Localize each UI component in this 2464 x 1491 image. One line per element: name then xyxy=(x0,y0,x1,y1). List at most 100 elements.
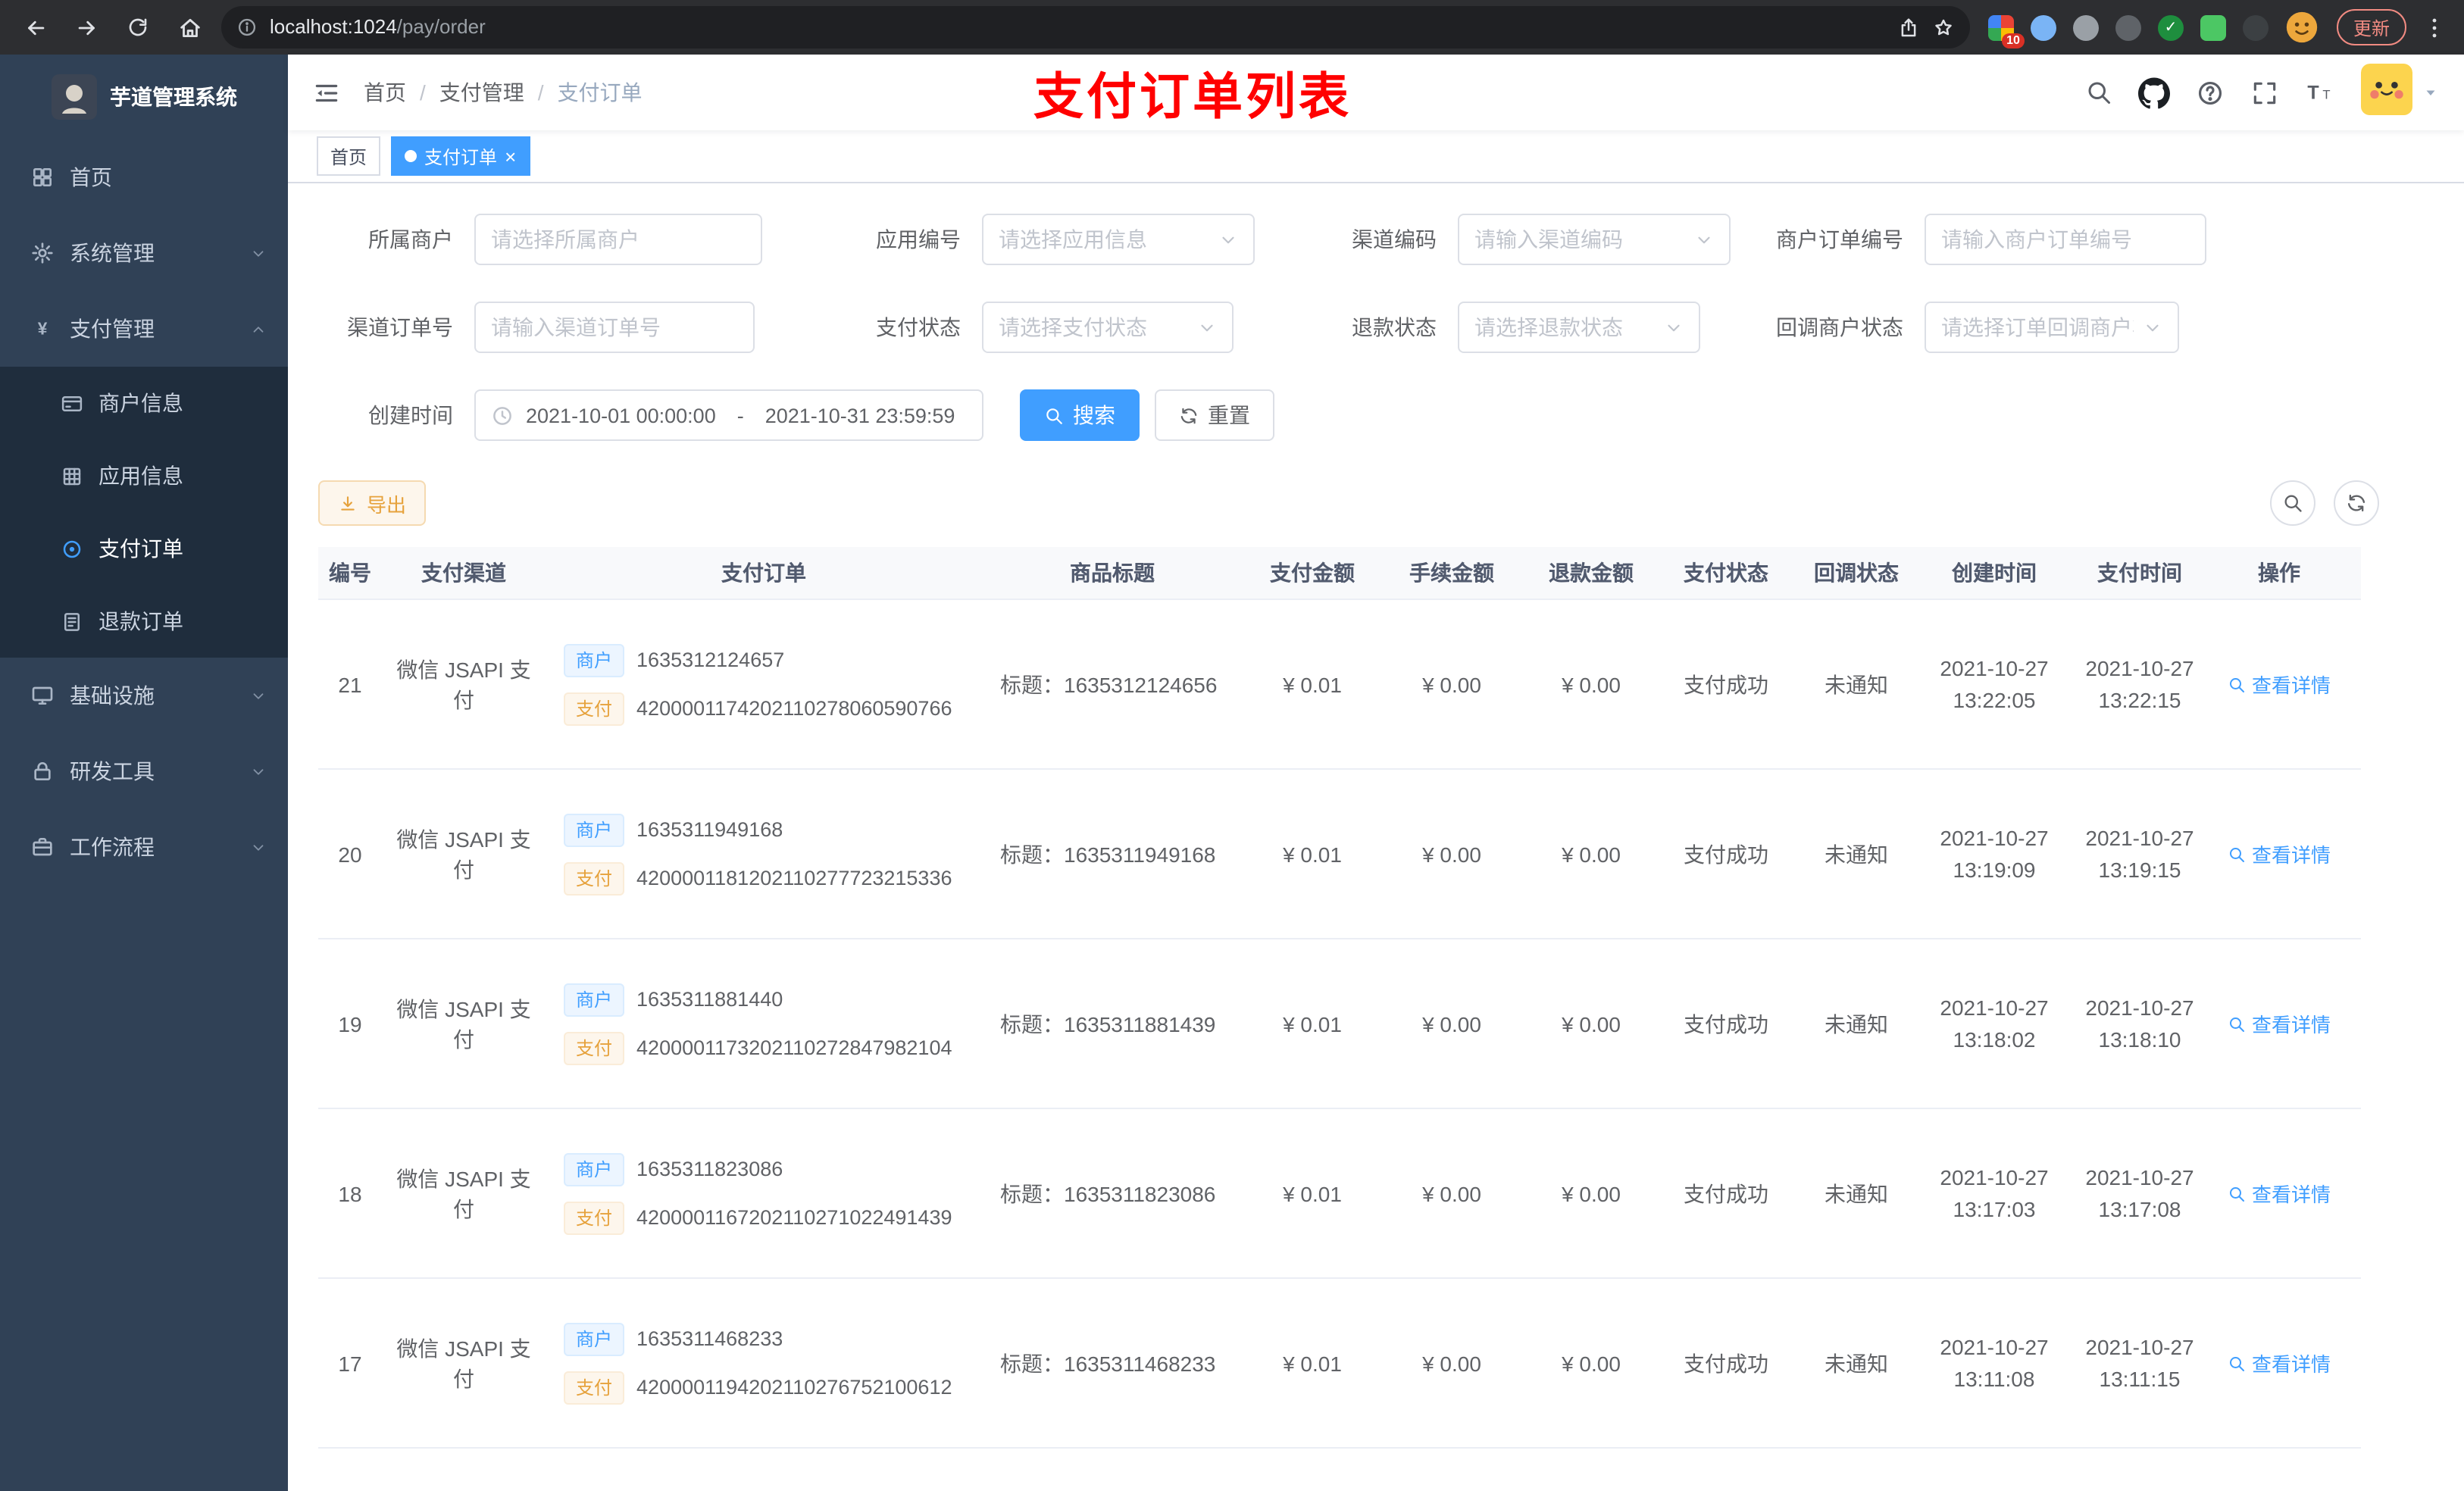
sidebar-item-home[interactable]: 首页 xyxy=(0,139,288,215)
breadcrumb-payment[interactable]: 支付管理 xyxy=(439,77,524,108)
merchant-order-no-input[interactable] xyxy=(1941,227,2190,252)
search-icon xyxy=(2228,1354,2246,1372)
credit-card-icon xyxy=(61,392,83,414)
app-select-input[interactable] xyxy=(999,227,1209,252)
sidebar-item-workflow[interactable]: 工作流程 xyxy=(0,809,288,885)
channel-order-no-field[interactable] xyxy=(474,302,755,353)
font-size-icon[interactable] xyxy=(2305,77,2335,108)
view-detail-link[interactable]: 查看详情 xyxy=(2228,1009,2331,1038)
extension-icon-green-check[interactable]: ✓ xyxy=(2157,14,2184,40)
sidebar-item-refund-order[interactable]: 退款订单 xyxy=(0,585,288,658)
browser-back-button[interactable] xyxy=(15,8,55,47)
sidebar-item-payment[interactable]: 支付管理 xyxy=(0,291,288,367)
cell-amount: ¥ 0.01 xyxy=(1283,672,1342,696)
refund-status-input[interactable] xyxy=(1474,315,1655,339)
extension-icon-pin[interactable] xyxy=(2242,14,2269,40)
fullscreen-icon[interactable] xyxy=(2250,78,2279,107)
caret-down-icon xyxy=(2422,83,2440,102)
search-icon xyxy=(2228,845,2246,863)
notify-status-input[interactable] xyxy=(1941,315,2134,339)
extension-icon-dark[interactable] xyxy=(2115,14,2141,40)
extension-icon-grey[interactable] xyxy=(2072,14,2099,40)
refresh-table-button[interactable] xyxy=(2334,480,2379,526)
search-icon[interactable] xyxy=(2085,79,2112,106)
table-header: 编号 支付渠道 支付订单 商品标题 支付金额 手续金额 退款金额 支付状态 回调… xyxy=(318,547,2361,600)
share-icon[interactable] xyxy=(1897,16,1920,39)
user-avatar[interactable] xyxy=(2361,63,2412,122)
address-bar[interactable]: localhost:1024/pay/order xyxy=(221,6,1970,48)
pay-status-select[interactable] xyxy=(982,302,1234,353)
sidebar: 芋道管理系统 首页 系统管理 支付管理 商户信息 应用信息 支付订单 退款订单 … xyxy=(0,55,288,1491)
sidebar-item-infrastructure[interactable]: 基础设施 xyxy=(0,658,288,733)
view-detail-link[interactable]: 查看详情 xyxy=(2228,839,2331,868)
channel-code-select[interactable] xyxy=(1458,214,1731,265)
browser-home-button[interactable] xyxy=(170,8,209,47)
user-menu[interactable] xyxy=(2361,63,2440,122)
date-end[interactable]: 2021-10-31 23:59:59 xyxy=(765,404,955,427)
channel-order-no-input[interactable] xyxy=(491,315,738,339)
cell-notify-status: 未通知 xyxy=(1825,1181,1888,1205)
toggle-search-button[interactable] xyxy=(2270,480,2315,526)
refund-status-select[interactable] xyxy=(1458,302,1700,353)
browser-forward-button[interactable] xyxy=(67,8,106,47)
cell-create-time: 2021-10-27 13:11:08 xyxy=(1940,1334,2049,1390)
cell-order: 商户 1635312124657 支付 42000011742021102780… xyxy=(546,643,982,725)
close-tab-icon[interactable]: × xyxy=(505,146,516,166)
date-start[interactable]: 2021-10-01 00:00:00 xyxy=(526,404,716,427)
chevron-down-icon xyxy=(250,763,267,780)
extension-icon-green[interactable] xyxy=(2200,14,2226,40)
notify-status-select[interactable] xyxy=(1925,302,2179,353)
app-select[interactable] xyxy=(982,214,1255,265)
browser-update-button[interactable]: 更新 xyxy=(2336,9,2406,45)
table-toolbar: 导出 xyxy=(318,480,2434,526)
tab-pay-order[interactable]: 支付订单 × xyxy=(391,136,530,176)
chevron-down-icon xyxy=(250,839,267,855)
col-header-refund: 退款金额 xyxy=(1549,561,1634,585)
view-detail-link[interactable]: 查看详情 xyxy=(2228,1179,2331,1208)
sidebar-item-merchant-info[interactable]: 商户信息 xyxy=(0,367,288,439)
browser-menu-kebab-icon[interactable] xyxy=(2419,8,2449,47)
table-row: 21 微信 JSAPI 支付 商户 1635312124657 支付 42000… xyxy=(318,600,2361,770)
reset-button[interactable]: 重置 xyxy=(1155,389,1274,441)
chevron-up-icon xyxy=(250,320,267,337)
pay-tag: 支付 xyxy=(564,861,625,895)
channel-code-input[interactable] xyxy=(1474,227,1685,252)
search-button[interactable]: 搜索 xyxy=(1020,389,1140,441)
github-icon[interactable] xyxy=(2138,77,2170,108)
extension-icon-colorful[interactable]: 10 xyxy=(1987,14,2025,48)
sidebar-item-app-info[interactable]: 应用信息 xyxy=(0,439,288,512)
breadcrumb-current: 支付订单 xyxy=(557,80,643,105)
site-info-icon[interactable] xyxy=(236,17,258,38)
breadcrumb-home[interactable]: 首页 xyxy=(364,77,406,108)
cell-notify-status: 未通知 xyxy=(1825,842,1888,866)
sidebar-item-pay-order[interactable]: 支付订单 xyxy=(0,512,288,585)
hamburger-icon[interactable] xyxy=(312,78,341,107)
merchant-order-no-field[interactable] xyxy=(1925,214,2206,265)
bookmark-star-icon[interactable] xyxy=(1932,16,1955,39)
lock-icon xyxy=(30,759,55,783)
merchant-input[interactable] xyxy=(491,227,746,252)
search-icon xyxy=(1044,405,1064,425)
sidebar-item-dev-tools[interactable]: 研发工具 xyxy=(0,733,288,809)
date-range-picker[interactable]: 2021-10-01 00:00:00 - 2021-10-31 23:59:5… xyxy=(474,389,983,441)
browser-profile-avatar[interactable] xyxy=(2285,11,2319,44)
breadcrumb: 首页 / 支付管理 / 支付订单 xyxy=(364,77,643,108)
view-detail-link[interactable]: 查看详情 xyxy=(2228,670,2331,699)
tab-home[interactable]: 首页 xyxy=(317,136,381,176)
channel-pay-no: 4200001173202110272847982104 xyxy=(636,1036,952,1059)
merchant-select[interactable] xyxy=(474,214,762,265)
cell-amount: ¥ 0.01 xyxy=(1283,1351,1342,1375)
help-icon[interactable] xyxy=(2196,78,2225,107)
app-logo[interactable]: 芋道管理系统 xyxy=(0,55,288,139)
screen: localhost:1024/pay/order 10 ✓ 更新 芋道管理系统 xyxy=(0,0,2464,1491)
sidebar-item-system[interactable]: 系统管理 xyxy=(0,215,288,291)
pay-status-input[interactable] xyxy=(999,315,1188,339)
browser-reload-button[interactable] xyxy=(118,8,158,47)
table-row: 商户 1635311957206 支付 标题： xyxy=(318,1449,2361,1491)
view-detail-link[interactable]: 查看详情 xyxy=(2228,1349,2331,1377)
export-button[interactable]: 导出 xyxy=(318,480,427,526)
gear-icon xyxy=(30,241,55,265)
extension-icon-blue[interactable] xyxy=(2030,14,2056,40)
col-header-status: 支付状态 xyxy=(1684,561,1768,585)
cell-fee: ¥ 0.00 xyxy=(1422,842,1481,866)
